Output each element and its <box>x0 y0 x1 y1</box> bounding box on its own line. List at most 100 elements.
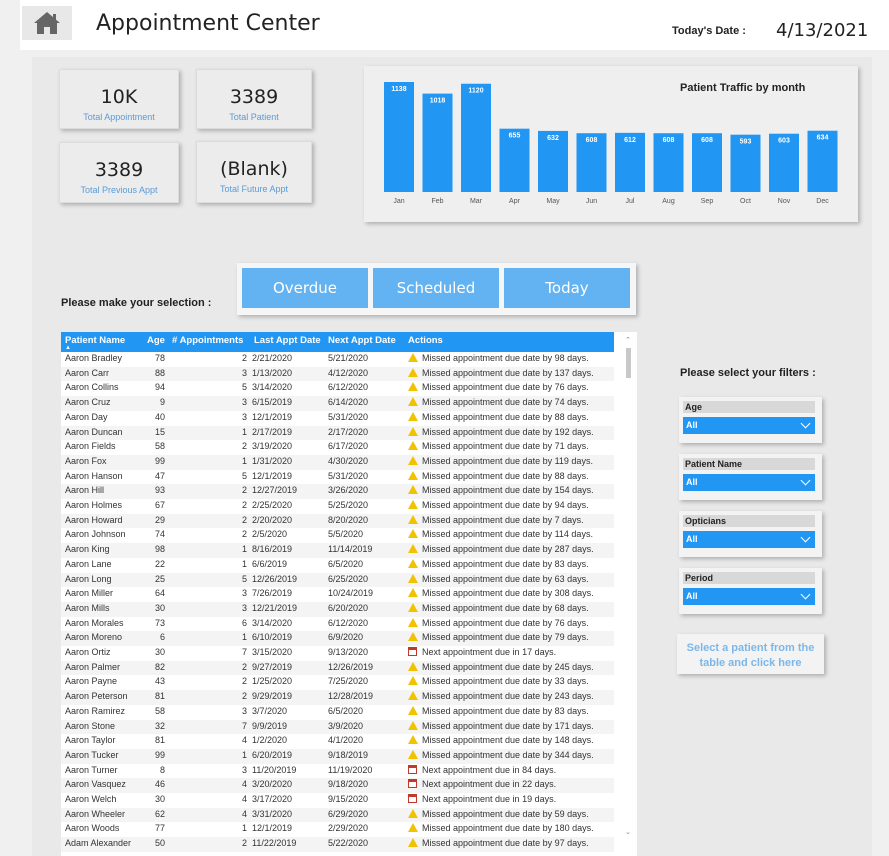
select-patient-button[interactable]: Select a patient from the table and clic… <box>677 634 824 674</box>
cell-next-appt-date: 9/18/2019 <box>328 749 369 760</box>
table-row[interactable]: Aaron Palmer 82 2 9/27/2019 12/26/2019 Missed… <box>61 660 614 676</box>
table-scrollbar[interactable]: ⌃ ⌄ <box>624 332 633 842</box>
chart-tick-label: Jul <box>626 198 635 205</box>
cell-last-appt-date: 3/14/2020 <box>252 382 293 393</box>
calendar-icon <box>408 794 417 803</box>
chart-bar[interactable] <box>422 93 453 192</box>
table-row[interactable]: Aaron Hanson 47 5 12/1/2019 5/31/2020 Missed … <box>61 470 614 485</box>
chart-tick-label: Oct <box>740 198 751 205</box>
table-row[interactable]: Aaron Payne 43 2 1/25/2020 7/25/2020 Missed a… <box>61 675 614 690</box>
table-row[interactable]: Aaron Welch 30 4 3/17/2020 9/15/2020 Next app… <box>61 793 614 808</box>
cell-appointments: 2 <box>241 514 247 525</box>
table-row[interactable]: Aaron Cruz 9 3 6/15/2019 6/14/2020 Missed app… <box>61 396 614 411</box>
cell-next-appt-date: 6/12/2020 <box>328 617 369 628</box>
filter-period-select[interactable]: All <box>683 588 815 605</box>
cell-next-appt-date: 4/1/2020 <box>328 735 364 746</box>
filter-opticians-select[interactable]: All <box>683 531 815 548</box>
table-row[interactable]: Aaron Hill 93 2 12/27/2019 3/26/2020 Missed a… <box>61 484 614 499</box>
col-patient-name[interactable]: Patient Name <box>65 335 125 346</box>
cell-appointments: 3 <box>241 705 247 716</box>
cell-patient-name: Adam Alexander <box>65 838 132 849</box>
warning-icon <box>408 411 418 421</box>
cell-age: 82 <box>154 661 165 672</box>
table-row[interactable]: Aaron Fields 58 2 3/19/2020 6/17/2020 Missed … <box>61 440 614 455</box>
cell-patient-name: Aaron Vasquez <box>65 779 126 790</box>
overdue-button[interactable]: Overdue <box>242 268 368 308</box>
action-text: Missed appointment due date by 97 days. <box>422 838 589 849</box>
cell-age: 6 <box>159 632 165 643</box>
cell-actions: Missed appointment due date by 180 days. <box>408 823 594 833</box>
cell-patient-name: Aaron Cruz <box>65 397 111 408</box>
table-row[interactable]: Aaron Ortiz 30 7 3/15/2020 9/13/2020 Next app… <box>61 646 614 661</box>
col-last-appt-date[interactable]: Last Appt Date <box>254 335 321 346</box>
cell-appointments: 3 <box>241 588 247 599</box>
table-row[interactable]: Aaron Tucker 99 1 6/20/2019 9/18/2019 Missed … <box>61 748 614 764</box>
cell-age: 46 <box>154 779 165 790</box>
kpi-label: Total Patient <box>229 112 279 122</box>
cell-next-appt-date: 8/20/2020 <box>328 514 369 525</box>
cell-next-appt-date: 6/20/2020 <box>328 602 369 613</box>
scroll-thumb[interactable] <box>626 348 631 378</box>
table-row[interactable]: Aaron Ramirez 58 3 3/7/2020 6/5/2020 Missed a… <box>61 705 614 720</box>
cell-last-appt-date: 1/13/2020 <box>252 367 293 378</box>
filter-value: All <box>686 420 698 430</box>
table-row[interactable]: Aaron Holmes 67 2 2/25/2020 5/25/2020 Missed … <box>61 499 614 514</box>
chart-bar[interactable] <box>461 83 491 192</box>
chart-data-label: 593 <box>740 139 752 146</box>
table-row[interactable]: Aaron Collins 94 5 3/14/2020 6/12/2020 Missed… <box>61 381 614 396</box>
table-row[interactable]: Aaron King 98 1 8/16/2019 11/14/2019 Missed a… <box>61 543 614 558</box>
table-row[interactable]: Aaron Stone 32 7 9/9/2019 3/9/2020 Missed app… <box>61 719 614 735</box>
cell-patient-name: Aaron Duncan <box>65 426 123 437</box>
table-row[interactable]: Aaron Woods 77 1 12/1/2019 2/29/2020 Missed a… <box>61 822 614 837</box>
cell-patient-name: Aaron Stone <box>65 720 116 731</box>
col-appointments[interactable]: # Appointments <box>172 335 243 346</box>
date-label: Today's Date : <box>672 25 746 37</box>
table-row[interactable]: Aaron Wheeler 62 4 3/31/2020 6/29/2020 Missed… <box>61 807 614 823</box>
table-row[interactable]: Aaron Turner 8 3 11/20/2019 11/19/2020 Next a… <box>61 764 614 779</box>
table-row[interactable]: Aaron Long 25 5 12/26/2019 6/25/2020 Missed a… <box>61 572 614 588</box>
warning-icon <box>408 720 418 730</box>
chart-data-label: 608 <box>663 137 675 144</box>
filter-patient-name-select[interactable]: All <box>683 474 815 491</box>
cell-patient-name: Aaron Wheeler <box>65 808 126 819</box>
scroll-up-icon[interactable]: ⌃ <box>625 336 631 344</box>
cell-appointments: 2 <box>241 485 247 496</box>
cell-appointments: 2 <box>241 661 247 672</box>
cell-next-appt-date: 4/30/2020 <box>328 455 369 466</box>
table-row[interactable]: Adam Alexander 50 2 11/22/2019 5/22/2020 Miss… <box>61 837 614 852</box>
table-row[interactable]: Aaron Lane 22 1 6/6/2019 6/5/2020 Missed appo… <box>61 558 614 573</box>
scroll-down-icon[interactable]: ⌄ <box>625 828 631 836</box>
table-row[interactable]: Aaron Howard 29 2 2/20/2020 8/20/2020 Missed … <box>61 513 614 529</box>
table-row[interactable]: Aaron Miller 64 3 7/26/2019 10/24/2019 Missed… <box>61 587 614 602</box>
kpi-total-previous-appt: 3389 Total Previous Appt <box>59 142 179 203</box>
table-row[interactable]: Aaron Peterson 81 2 9/29/2019 12/28/2019 Miss… <box>61 690 614 705</box>
cell-next-appt-date: 3/9/2020 <box>328 720 364 731</box>
scheduled-button[interactable]: Scheduled <box>373 268 499 308</box>
table-row[interactable]: Aaron Taylor 81 4 1/2/2020 4/1/2020 Missed ap… <box>61 734 614 749</box>
filter-age-select[interactable]: All <box>683 417 815 434</box>
cell-actions: Missed appointment due date by 114 days. <box>408 529 593 539</box>
col-next-appt-date[interactable]: Next Appt Date <box>328 335 396 346</box>
table-row[interactable]: Aaron Mills 30 3 12/21/2019 6/20/2020 Missed … <box>61 601 614 617</box>
chart-bar[interactable] <box>384 82 414 192</box>
action-text: Missed appointment due date by 192 days. <box>422 426 594 437</box>
col-age[interactable]: Age <box>147 335 165 346</box>
table-row[interactable]: Aaron Day 40 3 12/1/2019 5/31/2020 Missed app… <box>61 411 614 426</box>
col-actions[interactable]: Actions <box>408 335 443 346</box>
table-row[interactable]: Aaron Duncan 15 1 2/17/2019 2/17/2020 Missed … <box>61 425 614 441</box>
cell-last-appt-date: 9/29/2019 <box>252 691 293 702</box>
table-row[interactable]: Aaron Vasquez 46 4 3/20/2020 9/18/2020 Next a… <box>61 778 614 793</box>
warning-icon <box>408 823 418 833</box>
today-button[interactable]: Today <box>504 268 630 308</box>
table-row[interactable]: Aaron Carr 88 3 1/13/2020 4/12/2020 Missed ap… <box>61 366 614 382</box>
table-row[interactable]: Aaron Johnson 74 2 2/5/2020 5/5/2020 Missed a… <box>61 528 614 543</box>
cell-patient-name: Aaron Lane <box>65 558 112 569</box>
cell-last-appt-date: 1/31/2020 <box>252 455 293 466</box>
table-row[interactable]: Aaron Moreno 6 1 6/10/2019 6/9/2020 Missed ap… <box>61 631 614 646</box>
action-text: Next appointment due in 19 days. <box>422 794 557 804</box>
table-row[interactable]: Aaron Morales 73 6 3/14/2020 6/12/2020 Missed… <box>61 617 614 632</box>
table-row[interactable]: Aaron Bradley 78 2 2/21/2020 5/21/2020 Missed… <box>61 352 614 367</box>
home-button[interactable] <box>22 6 72 40</box>
table-row[interactable]: Aaron Fox 99 1 1/31/2020 4/30/2020 Missed app… <box>61 454 614 470</box>
cell-actions: Missed appointment due date by 171 days. <box>408 720 594 731</box>
